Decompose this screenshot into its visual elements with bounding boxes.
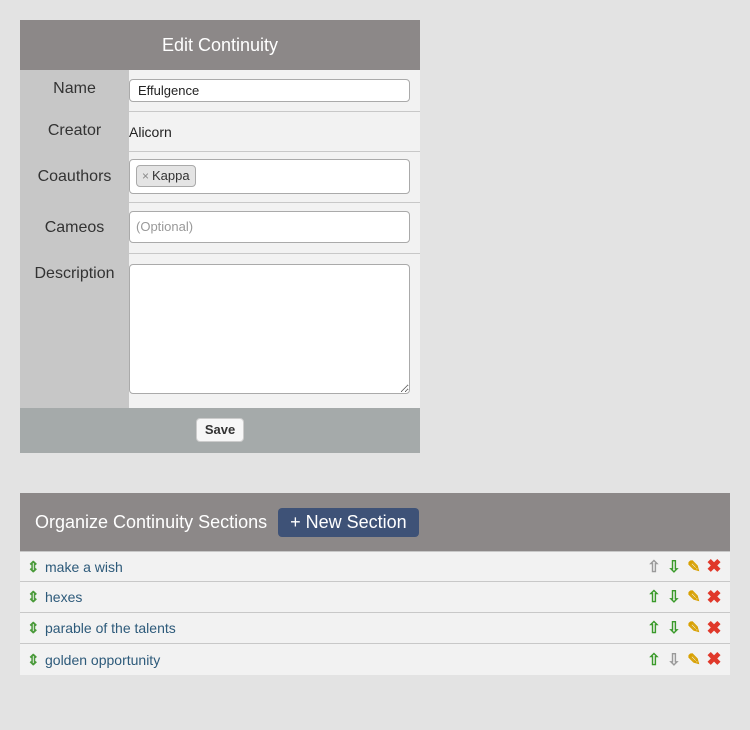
edit-pencil-icon[interactable]: ✎ [684,650,704,670]
edit-continuity-panel: Edit Continuity Name Creator Alicorn Coa… [20,20,420,453]
move-up-icon[interactable]: ⇧ [644,650,664,670]
section-row: ⇕ hexes ⇧ ⇩ ✎ ✖ [20,582,730,613]
sections-header: Organize Continuity Sections + New Secti… [20,493,730,551]
cameos-row: Cameos [20,202,420,254]
drag-handle-icon[interactable]: ⇕ [27,619,45,637]
name-row: Name [20,70,420,112]
drag-handle-icon[interactable]: ⇕ [27,588,45,606]
coauthors-row: Coauthors × Kappa [20,151,420,203]
move-down-icon[interactable]: ⇩ [664,587,684,607]
section-row: ⇕ parable of the talents ⇧ ⇩ ✎ ✖ [20,613,730,644]
name-label: Name [20,70,129,112]
description-label: Description [20,253,129,408]
move-down-icon: ⇩ [667,651,681,669]
coauthors-label: Coauthors [20,151,129,203]
organize-sections-panel: Organize Continuity Sections + New Secti… [20,493,730,675]
move-down-icon[interactable]: ⇩ [664,618,684,638]
move-up-icon[interactable]: ⇧ [644,618,664,638]
delete-icon[interactable]: ✖ [704,587,724,608]
remove-tag-icon[interactable]: × [142,169,149,183]
drag-handle-icon[interactable]: ⇕ [27,651,45,669]
creator-label: Creator [20,111,129,152]
edit-pencil-icon[interactable]: ✎ [684,587,704,607]
description-row: Description [20,253,420,408]
creator-value: Alicorn [129,123,172,140]
section-actions: ⇧ ⇩ ✎ ✖ [644,649,724,670]
new-section-button[interactable]: + New Section [278,507,419,537]
move-up-icon[interactable]: ⇧ [644,587,664,607]
name-input[interactable] [129,79,410,102]
section-actions: ⇧ ⇩ ✎ ✖ [644,618,724,639]
section-name-link[interactable]: hexes [45,589,644,605]
section-name-link[interactable]: golden opportunity [45,652,644,668]
move-up-icon: ⇧ [647,558,661,576]
cameos-label: Cameos [20,202,129,254]
section-list: ⇕ make a wish ⇧ ⇩ ✎ ✖ ⇕ hexes ⇧ ⇩ ✎ ✖ ⇕ parable of th… [20,551,730,675]
section-name-link[interactable]: make a wish [45,559,644,575]
cameos-input[interactable] [129,210,410,243]
delete-icon[interactable]: ✖ [704,649,724,670]
edit-pencil-icon[interactable]: ✎ [684,618,704,638]
coauthors-input[interactable]: × Kappa [129,158,410,194]
edit-panel-title: Edit Continuity [20,20,420,70]
description-textarea[interactable] [129,263,410,394]
section-actions: ⇧ ⇩ ✎ ✖ [644,556,724,577]
creator-row: Creator Alicorn [20,111,420,152]
save-button[interactable]: Save [195,418,245,442]
section-row: ⇕ make a wish ⇧ ⇩ ✎ ✖ [20,551,730,582]
coauthor-tag-label: Kappa [152,167,190,183]
section-row: ⇕ golden opportunity ⇧ ⇩ ✎ ✖ [20,644,730,675]
move-down-icon[interactable]: ⇩ [664,557,684,577]
section-actions: ⇧ ⇩ ✎ ✖ [644,587,724,608]
coauthor-tag: × Kappa [136,164,196,187]
delete-icon[interactable]: ✖ [704,618,724,639]
section-name-link[interactable]: parable of the talents [45,620,644,636]
edit-pencil-icon[interactable]: ✎ [684,557,704,577]
save-bar: Save [20,408,420,453]
sections-title: Organize Continuity Sections [35,511,268,532]
delete-icon[interactable]: ✖ [704,556,724,577]
edit-form: Name Creator Alicorn Coauthors ×Kappa Ca… [20,70,420,408]
drag-handle-icon[interactable]: ⇕ [27,558,45,576]
